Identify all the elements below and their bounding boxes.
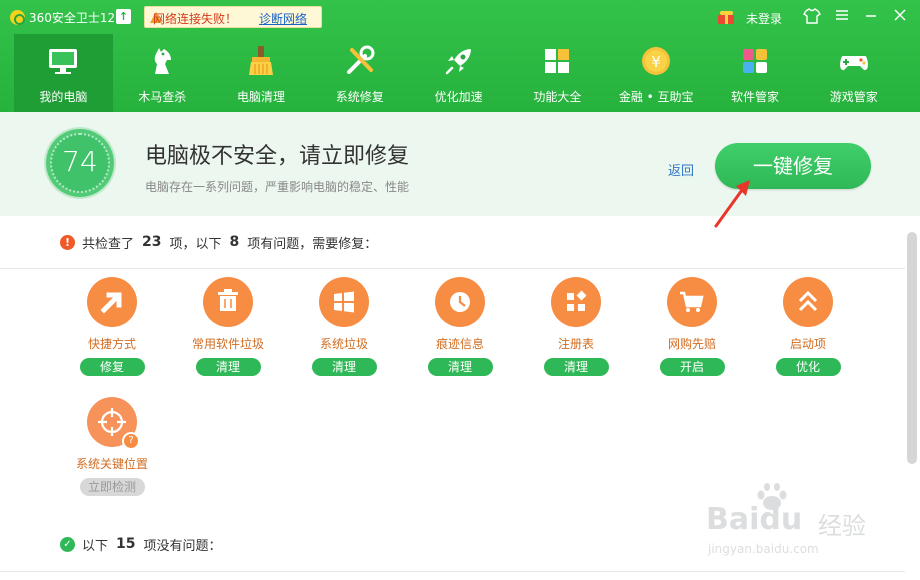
clock-icon [435, 277, 485, 327]
close-icon[interactable] [890, 7, 910, 27]
shortcut-arrow-icon [87, 277, 137, 327]
horse-icon [154, 48, 172, 74]
nav-item-system-repair[interactable]: 系统修复 [310, 34, 409, 112]
checked-count: 23 [142, 234, 162, 250]
nav-item-trojan-scan[interactable]: 木马查杀 [113, 34, 212, 112]
nav-item-software-manager[interactable]: 软件管家 [706, 34, 805, 112]
issue-label: 常用软件垃圾 [191, 337, 264, 351]
ok-count: 15 [116, 536, 136, 552]
issue-label: 注册表 [557, 337, 594, 351]
nav-label: 优化加速 [434, 90, 483, 104]
title-bar: 360安全卫士12 ↑ 网络连接失败！ 诊断网络 未登录 [0, 0, 920, 34]
broom-icon [248, 46, 273, 75]
network-warning-text: 网络连接失败！ [153, 12, 238, 26]
nav-label: 功能大全 [533, 90, 582, 104]
issue-action-button[interactable]: 修复 [79, 358, 145, 376]
issue-item-key-locations: ? 系统关键位置 立即检测 [57, 397, 167, 496]
gift-icon[interactable] [716, 11, 736, 24]
nav-label: 木马查杀 [138, 90, 187, 104]
status-title: 电脑极不安全，请立即修复 [145, 144, 410, 169]
check-icon: ✓ [60, 536, 75, 552]
baidu-watermark: Baidu 经验 jingyan.baidu.com [700, 480, 900, 570]
nav-label: 电脑清理 [236, 90, 285, 104]
status-subtitle: 电脑存在一系列问题，严重影响电脑的稳定、性能 [145, 180, 410, 194]
issue-item-shopping-protection: 网购先赔 开启 [637, 277, 747, 376]
issue-label: 系统垃圾 [319, 337, 368, 351]
nav-item-game-manager[interactable]: 游戏管家 [804, 34, 903, 112]
issue-item-startup: 启动项 优化 [753, 277, 863, 376]
issue-label: 系统关键位置 [75, 457, 148, 471]
network-warning: 网络连接失败！ 诊断网络 [144, 6, 322, 28]
alert-icon: ! [60, 234, 75, 250]
nav-label: 金融 • 互助宝 [618, 90, 694, 104]
question-badge-icon: ? [122, 432, 140, 450]
issue-item-system-junk: 系统垃圾 清理 [289, 277, 399, 376]
nav-item-my-computer[interactable]: 我的电脑 [14, 34, 113, 112]
menu-icon[interactable] [832, 7, 852, 27]
issue-action-button[interactable]: 清理 [543, 358, 609, 376]
issue-label: 启动项 [789, 337, 826, 351]
scrollbar-thumb[interactable] [907, 232, 917, 464]
grid-icon [545, 49, 570, 73]
divider [0, 571, 905, 572]
issue-action-button[interactable]: 清理 [195, 358, 261, 376]
apps-icon [742, 49, 767, 73]
crosshair-icon: ? [87, 397, 140, 450]
nav-item-speedup[interactable]: 优化加速 [409, 34, 508, 112]
nav-label: 我的电脑 [39, 90, 88, 104]
svg-text:¥: ¥ [651, 53, 661, 71]
issue-item-software-junk: 常用软件垃圾 清理 [173, 277, 283, 376]
monitor-icon [49, 49, 78, 74]
windows-icon [319, 277, 369, 327]
problem-summary: ! 共检查了 23 项，以下 8 项有问题，需要修复： [60, 233, 377, 252]
nav-label: 游戏管家 [829, 90, 878, 104]
shirt-icon[interactable] [802, 7, 822, 27]
divider [0, 268, 905, 269]
double-chevron-up-icon [783, 277, 833, 327]
issue-label: 快捷方式 [87, 337, 136, 351]
score-value: 74 [62, 145, 98, 178]
app-title: 360安全卫士12 [29, 11, 116, 25]
status-panel: 74 电脑极不安全，请立即修复 电脑存在一系列问题，严重影响电脑的稳定、性能 返… [0, 112, 920, 216]
issue-item-traces: 痕迹信息 清理 [405, 277, 515, 376]
issue-item-registry: 注册表 清理 [521, 277, 631, 376]
registry-blocks-icon [551, 277, 601, 327]
login-status[interactable]: 未登录 [746, 10, 782, 27]
trash-icon [203, 277, 253, 327]
tools-icon [346, 45, 375, 74]
issue-label: 痕迹信息 [435, 337, 484, 351]
ok-summary: ✓ 以下 15 项没有问题： [60, 535, 222, 554]
app-logo-icon [10, 10, 25, 25]
gamepad-icon [839, 56, 868, 71]
nav-item-finance[interactable]: ¥ 金融 • 互助宝 [607, 34, 706, 112]
issue-item-shortcut: 快捷方式 修复 [57, 277, 167, 376]
main-nav: 我的电脑 木马查杀 电脑清理 系统修复 优化加速 功能大全 ¥ 金融 • 互助宝… [14, 34, 904, 112]
cart-icon [667, 277, 717, 327]
security-score: 74 [46, 129, 114, 197]
watermark-brand: Baidu [706, 502, 803, 537]
minimize-icon[interactable] [861, 7, 881, 27]
issue-action-button[interactable]: 清理 [427, 358, 493, 376]
issue-action-button[interactable]: 立即检测 [79, 478, 145, 496]
issue-count: 8 [229, 234, 240, 250]
nav-item-cleanup[interactable]: 电脑清理 [212, 34, 311, 112]
watermark-label: 经验 [818, 512, 866, 540]
issue-label: 网购先赔 [667, 337, 716, 351]
up-arrow-icon[interactable]: ↑ [116, 9, 131, 24]
nav-item-all-features[interactable]: 功能大全 [508, 34, 607, 112]
red-arrow-annotation [714, 180, 750, 228]
diagnose-network-link[interactable]: 诊断网络 [259, 10, 307, 27]
coin-icon: ¥ [642, 47, 671, 75]
issue-action-button[interactable]: 开启 [659, 358, 725, 376]
nav-label: 软件管家 [730, 90, 779, 104]
header: 360安全卫士12 ↑ 网络连接失败！ 诊断网络 未登录 我的电脑 木马查杀 电… [0, 0, 920, 112]
watermark-url: jingyan.baidu.com [708, 542, 819, 556]
issue-action-button[interactable]: 优化 [775, 358, 841, 376]
back-link[interactable]: 返回 [668, 160, 694, 179]
issue-action-button[interactable]: 清理 [311, 358, 377, 376]
rocket-icon [445, 49, 471, 75]
nav-label: 系统修复 [335, 90, 384, 104]
